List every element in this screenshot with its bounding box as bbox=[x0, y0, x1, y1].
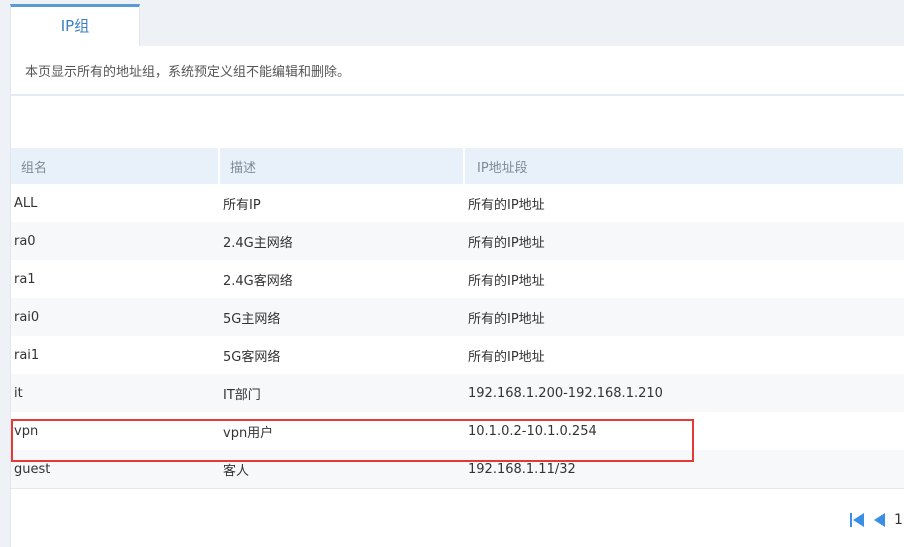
table-row[interactable]: rai0 5G主网络 所有的IP地址 bbox=[11, 298, 904, 336]
table-row[interactable]: ra0 2.4G主网络 所有的IP地址 bbox=[11, 222, 904, 260]
table-row[interactable]: rai1 5G客网络 所有的IP地址 bbox=[11, 336, 904, 374]
tab-label: IP组 bbox=[60, 17, 90, 35]
cell-description: 5G主网络 bbox=[223, 311, 281, 327]
cell-ip-range: 192.168.1.11/32 bbox=[468, 461, 576, 477]
cell-ip-range: 192.168.1.200-192.168.1.210 bbox=[468, 385, 663, 401]
pagination: 1 bbox=[846, 508, 903, 532]
table-header: 组名 描述 IP地址段 bbox=[11, 148, 904, 184]
cell-description: 2.4G主网络 bbox=[223, 235, 293, 251]
cell-description: 客人 bbox=[223, 463, 250, 479]
cell-ip-range: 所有的IP地址 bbox=[468, 235, 545, 251]
notice-text: 本页显示所有的地址组，系统预定义组不能编辑和删除。 bbox=[11, 46, 904, 96]
cell-description: IT部门 bbox=[223, 387, 261, 403]
cell-description: 2.4G客网络 bbox=[223, 273, 293, 289]
cell-ip-range: 所有的IP地址 bbox=[468, 197, 545, 213]
cell-name: vpn bbox=[14, 423, 39, 439]
ip-group-table: 组名 描述 IP地址段 ALL 所有IP 所有的IP地址 ra0 2.4G主网络… bbox=[11, 148, 904, 489]
first-page-button[interactable] bbox=[846, 509, 868, 531]
table-bottom-border bbox=[11, 488, 904, 489]
cell-ip-range: 所有的IP地址 bbox=[468, 311, 545, 327]
page-number[interactable]: 1 bbox=[894, 512, 903, 528]
cell-name: it bbox=[14, 385, 23, 401]
main-panel: 本页显示所有的地址组，系统预定义组不能编辑和删除。 组名 描述 IP地址段 AL… bbox=[10, 46, 904, 547]
prev-page-icon bbox=[873, 513, 885, 527]
cell-description: 5G客网络 bbox=[223, 349, 281, 365]
first-page-icon bbox=[850, 513, 864, 527]
table-row[interactable]: ra1 2.4G客网络 所有的IP地址 bbox=[11, 260, 904, 298]
cell-name: ALL bbox=[14, 195, 38, 211]
column-header-description[interactable]: 描述 bbox=[220, 148, 465, 184]
cell-name: rai1 bbox=[14, 347, 40, 363]
table-row[interactable]: it IT部门 192.168.1.200-192.168.1.210 bbox=[11, 374, 904, 412]
tab-ip-group[interactable]: IP组 bbox=[10, 4, 140, 46]
cell-name: guest bbox=[14, 461, 51, 477]
table-row[interactable]: ALL 所有IP 所有的IP地址 bbox=[11, 184, 904, 222]
cell-ip-range: 所有的IP地址 bbox=[468, 349, 545, 365]
cell-ip-range: 10.1.0.2-10.1.0.254 bbox=[468, 423, 597, 439]
cell-description: 所有IP bbox=[223, 197, 261, 213]
table-row[interactable]: guest 客人 192.168.1.11/32 bbox=[11, 450, 904, 488]
cell-description: vpn用户 bbox=[223, 425, 274, 441]
cell-name: ra1 bbox=[14, 271, 36, 287]
cell-name: rai0 bbox=[14, 309, 40, 325]
table-row[interactable]: vpn vpn用户 10.1.0.2-10.1.0.254 bbox=[11, 412, 904, 450]
prev-page-button[interactable] bbox=[868, 509, 890, 531]
column-header-name[interactable]: 组名 bbox=[11, 148, 220, 184]
column-header-ip-range[interactable]: IP地址段 bbox=[465, 148, 904, 184]
cell-name: ra0 bbox=[14, 233, 36, 249]
cell-ip-range: 所有的IP地址 bbox=[468, 273, 545, 289]
